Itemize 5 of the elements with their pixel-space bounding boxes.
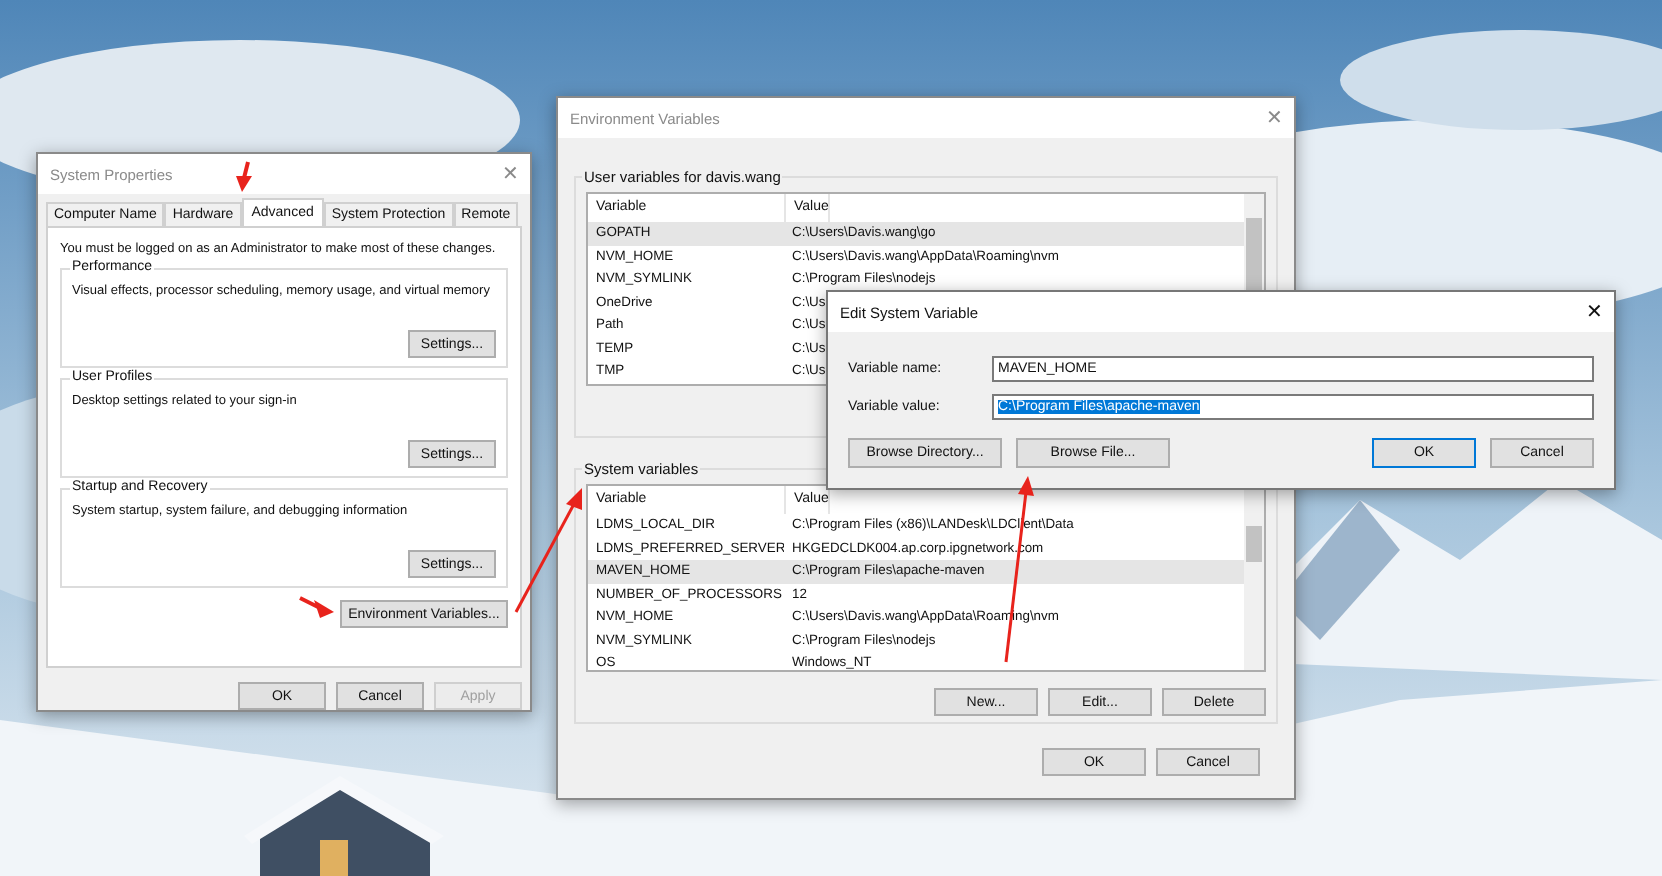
scrollbar[interactable] [1244,486,1264,670]
annotation-arrow [299,596,334,618]
annotation-arrow [514,488,582,613]
close-icon[interactable]: ✕ [1586,300,1602,324]
annotation-arrow [236,161,252,192]
